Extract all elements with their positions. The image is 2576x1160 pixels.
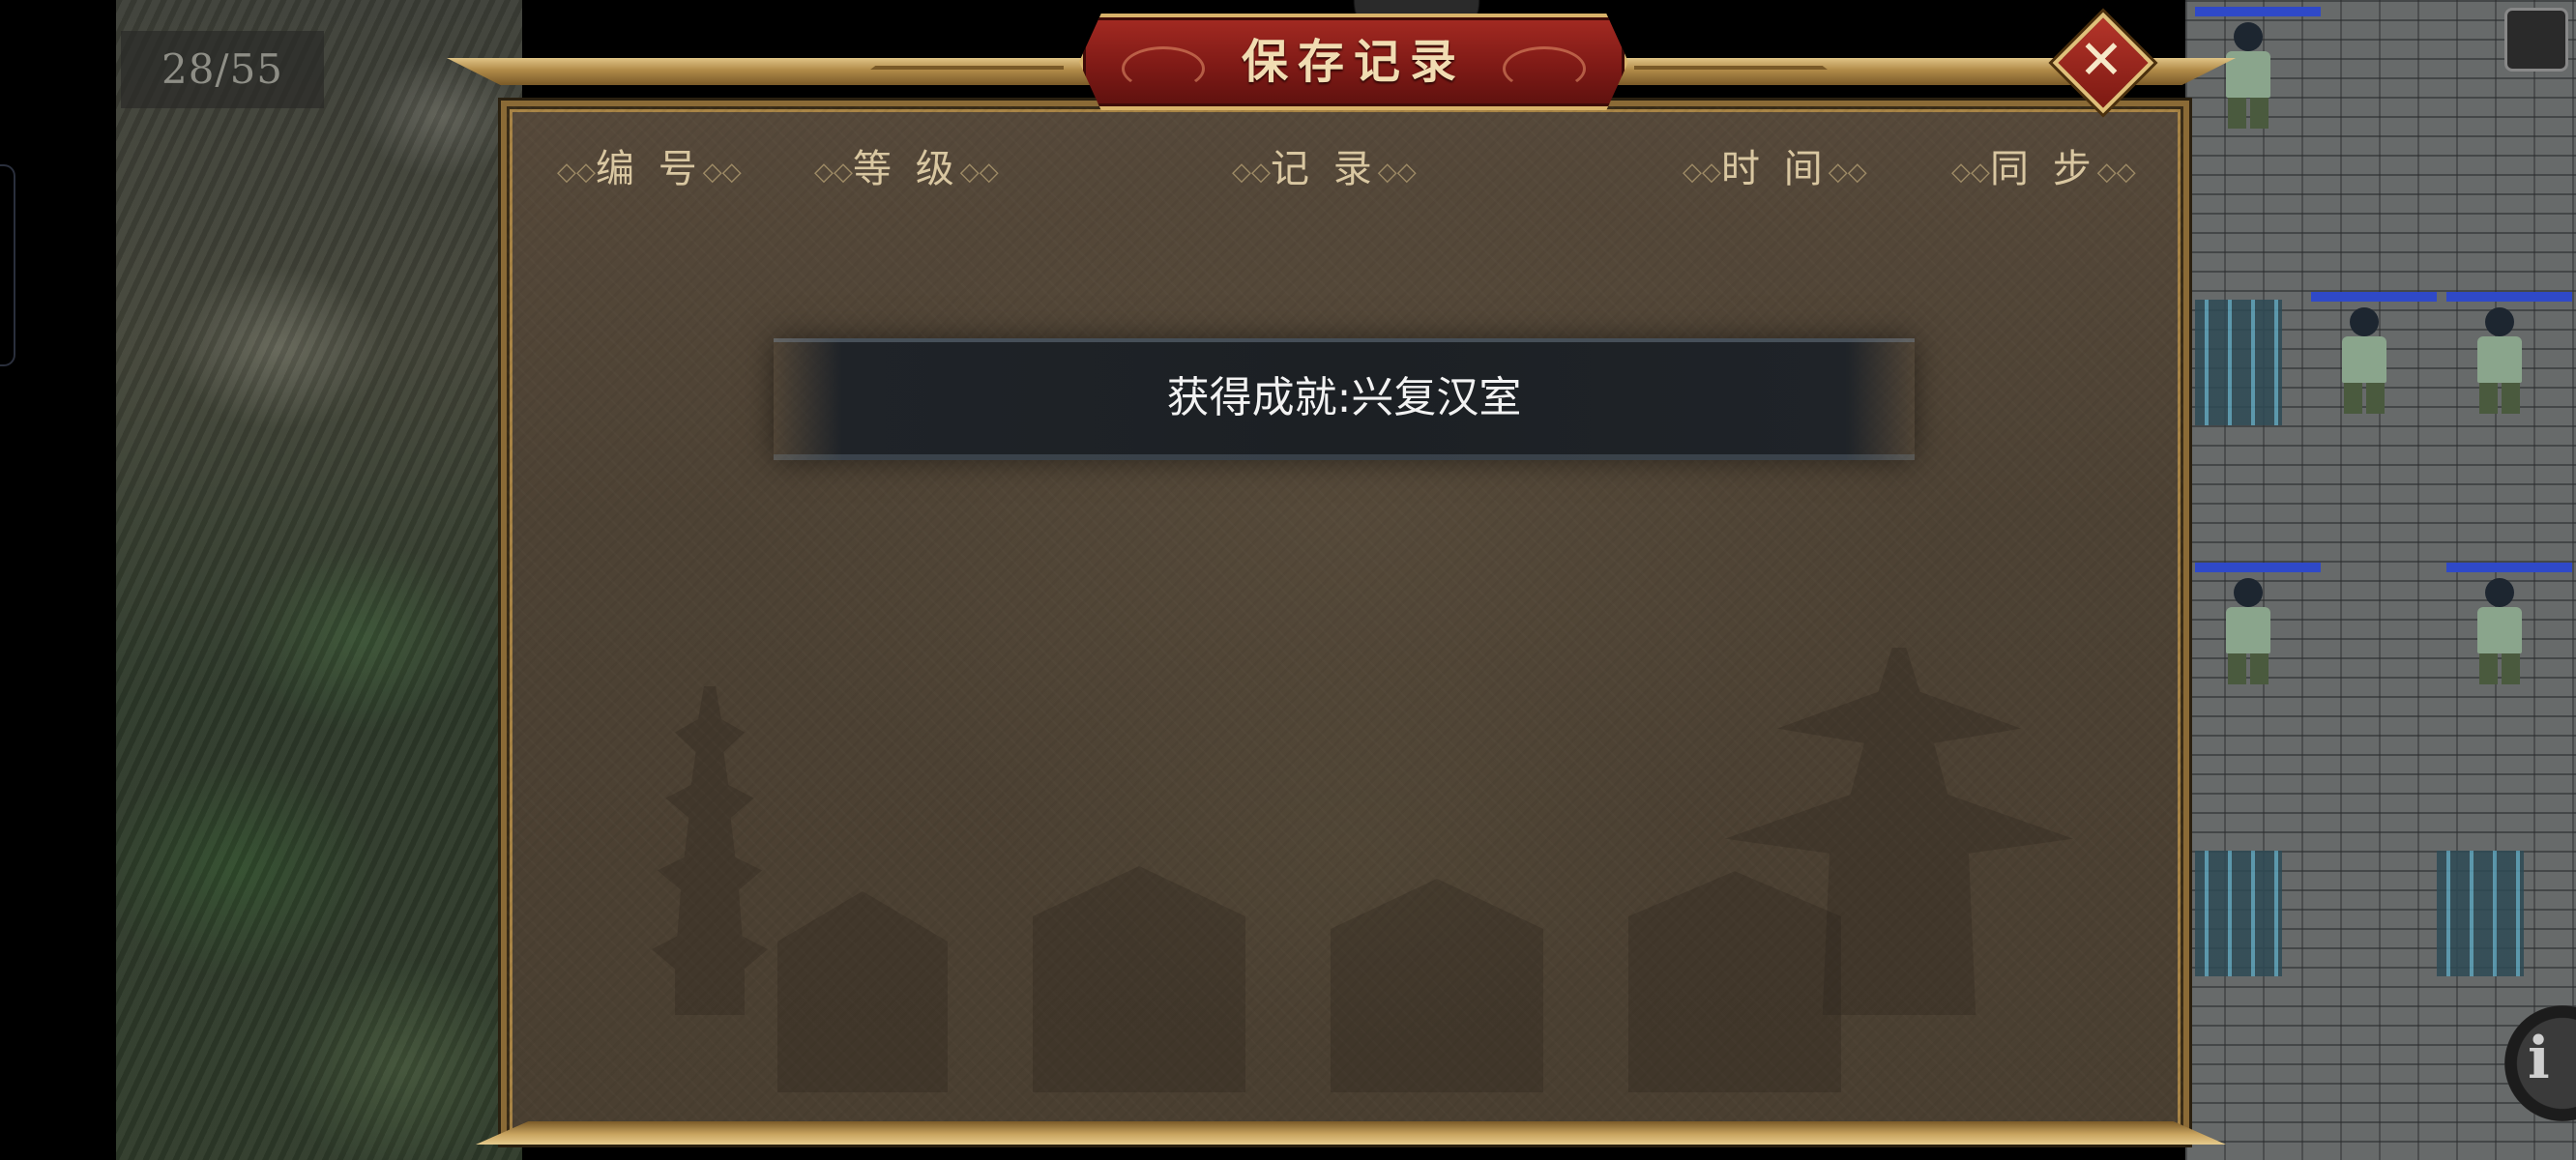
unit-hp-bar [2446, 563, 2572, 572]
column-header-number: ◇◇编 号◇◇ [557, 147, 742, 191]
column-header-record: ◇◇记 录◇◇ [1232, 147, 1417, 191]
dialog-bottom-border [476, 1121, 2226, 1145]
close-icon: ✕ [2078, 29, 2124, 92]
dialog-title-plaque: 保存记录 [1079, 14, 1628, 110]
unit-hp-bar [2311, 292, 2437, 302]
ornament-icon: ◇◇ [959, 158, 999, 187]
ornament-icon: ◇◇ [1683, 158, 1721, 187]
column-header-time: ◇◇时 间◇◇ [1683, 147, 1867, 191]
dialog-panel [501, 101, 2189, 1145]
achievement-message: 获得成就:兴复汉室 [1166, 373, 1522, 422]
soldier-unit[interactable] [2195, 563, 2321, 686]
ornament-icon: ◇◇ [557, 158, 596, 187]
close-button[interactable]: ✕ [2052, 12, 2154, 114]
ornament-icon: ◇◇ [1951, 158, 1990, 187]
title-wing-right [1634, 41, 1828, 70]
unit-hp-bar [2195, 7, 2321, 16]
ornament-icon: ◇◇ [1377, 158, 1417, 187]
wall-banner [2437, 851, 2524, 976]
info-icon: i [2528, 1025, 2550, 1092]
menu-icon[interactable] [2504, 8, 2568, 72]
dialog-title: 保存记录 [1241, 35, 1466, 89]
screen-edge [0, 0, 116, 1160]
map-background-wall [2185, 0, 2576, 1160]
ornament-icon: ◇◇ [1828, 158, 1867, 187]
achievement-toast: 获得成就:兴复汉室 [774, 338, 1915, 460]
save-record-dialog [447, 58, 2236, 1145]
soldier-unit[interactable] [2311, 292, 2437, 416]
move-counter: 28/55 [121, 31, 324, 108]
column-header-sync: ◇◇同 步◇◇ [1951, 147, 2136, 191]
wall-banner [2195, 300, 2282, 425]
title-wing-left [870, 41, 1064, 70]
soldier-unit[interactable] [2446, 292, 2572, 416]
ornament-icon: ◇◇ [702, 158, 742, 187]
wall-banner [2195, 851, 2282, 976]
ornament-icon: ◇◇ [2096, 158, 2136, 187]
ornament-icon: ◇◇ [814, 158, 853, 187]
column-header-level: ◇◇等 级◇◇ [814, 147, 999, 191]
soldier-unit[interactable] [2195, 7, 2321, 130]
ornament-icon: ◇◇ [1232, 158, 1271, 187]
rooftops-silhouette [777, 866, 1841, 1092]
unit-hp-bar [2195, 563, 2321, 572]
game-screen: 28/55 保存记录 ✕ ◇◇编 号◇◇ ◇◇等 级◇◇ ◇◇记 录◇◇ ◇◇时… [0, 0, 2576, 1160]
pagoda-silhouette [652, 686, 768, 1015]
soldier-unit[interactable] [2446, 563, 2572, 686]
screen-notch [0, 164, 15, 366]
unit-hp-bar [2446, 292, 2572, 302]
